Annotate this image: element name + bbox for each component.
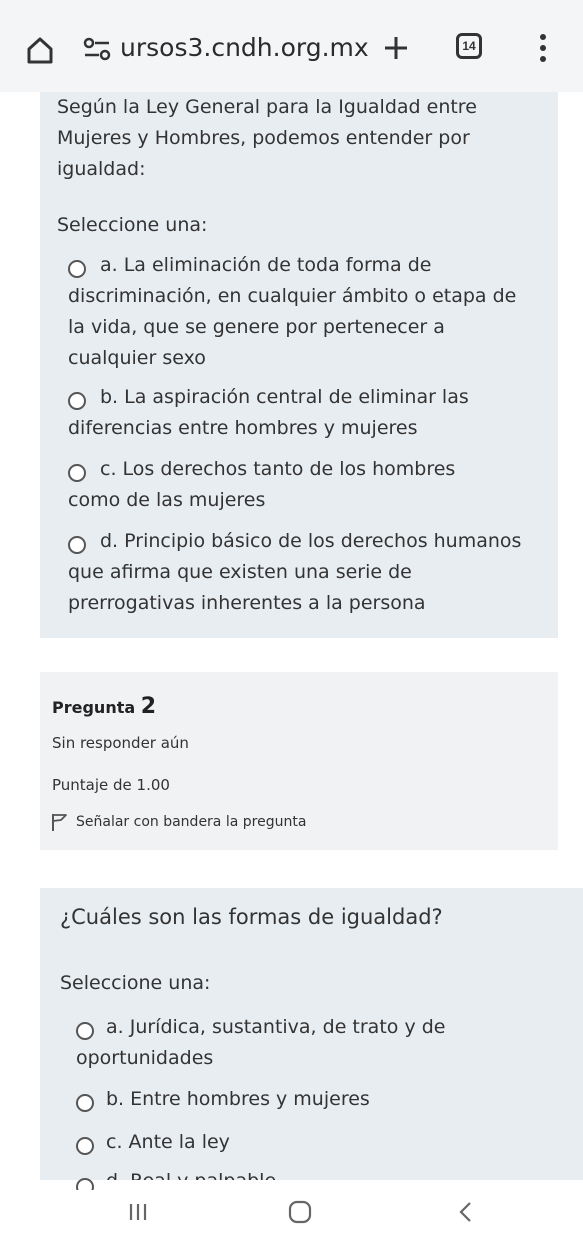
select-one-label: Seleccione una: (60, 972, 211, 994)
question-1-card: Según la Ley General para la Igualdad en… (40, 92, 558, 638)
answer-status: Sin responder aún (52, 734, 189, 752)
home-icon[interactable] (20, 30, 60, 70)
option-b-label: b. La aspiración central de eliminar las… (68, 386, 469, 439)
flag-icon (52, 814, 67, 831)
site-settings-icon[interactable] (82, 34, 112, 64)
option-c-label: c. Ante la ley (106, 1131, 230, 1153)
question-number-title: Pregunta 2 (52, 694, 156, 719)
option-a-label: a. Jurídica, sustantiva, de trato y de o… (76, 1016, 446, 1069)
option-c-label: c. Los derechos tanto de los hombres com… (68, 458, 456, 511)
flag-question-link[interactable]: Señalar con bandera la pregunta (50, 812, 306, 832)
flag-question-label: Señalar con bandera la pregunta (76, 814, 307, 830)
option-d-label: d. Real y palpable (76, 1166, 496, 1180)
question-number: 2 (140, 694, 157, 719)
question-2-card: ¿Cuáles son las formas de igualdad? Sele… (40, 888, 583, 1196)
question-score: Puntaje de 1.00 (52, 776, 170, 794)
question-1-text: Según la Ley General para la Igualdad en… (57, 96, 477, 180)
select-one-label: Seleccione una: (57, 214, 208, 236)
browser-toolbar: ursos3.cndh.org.mx 14 (0, 0, 583, 92)
system-navigation-bar (0, 1190, 583, 1235)
question-2-text: ¿Cuáles son las formas de igualdad? (60, 905, 443, 929)
option-d-label: d. Principio básico de los derechos huma… (68, 530, 522, 614)
recents-icon[interactable] (118, 1194, 158, 1230)
question-label: Pregunta (52, 698, 136, 717)
more-vert-icon[interactable] (528, 28, 558, 68)
back-icon[interactable] (446, 1194, 486, 1230)
question-2-info: Pregunta 2 Sin responder aún Puntaje de … (40, 672, 558, 850)
address-bar-url[interactable]: ursos3.cndh.org.mx (120, 28, 369, 68)
tab-switcher-button[interactable]: 14 (456, 33, 482, 59)
option-b-label: b. Entre hombres y mujeres (106, 1088, 370, 1110)
plus-icon[interactable] (376, 28, 416, 68)
option-a-label: a. La eliminación de toda forma de discr… (68, 254, 517, 369)
home-circle-icon[interactable] (280, 1194, 320, 1230)
